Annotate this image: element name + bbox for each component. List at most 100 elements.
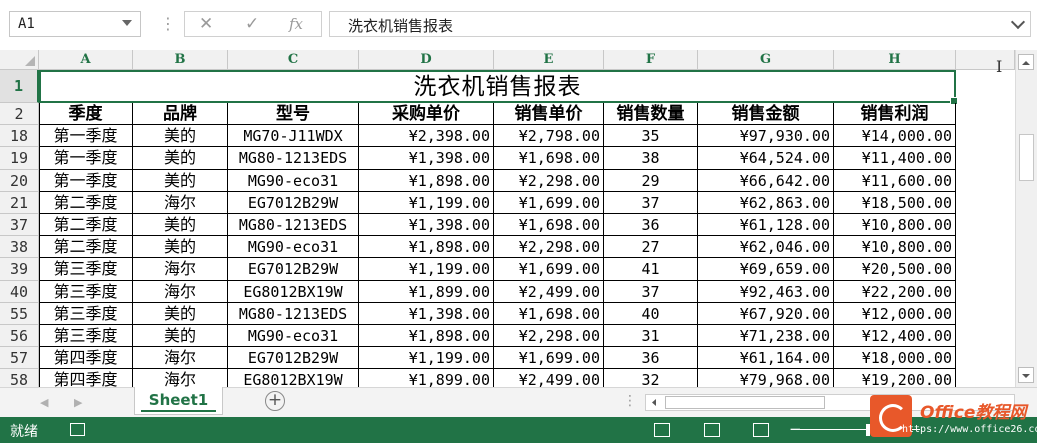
table-cell[interactable]: ¥20,500.00 <box>834 258 956 281</box>
table-cell[interactable]: 美的 <box>133 214 228 237</box>
fx-icon[interactable]: fx <box>289 15 303 33</box>
row-header-39[interactable]: 39 <box>0 258 39 281</box>
table-cell[interactable]: ¥1,699.00 <box>494 191 604 214</box>
page-layout-icon[interactable] <box>704 423 720 437</box>
table-cell[interactable]: ¥1,398.00 <box>359 214 494 237</box>
table-cell[interactable]: 第二季度 <box>39 214 133 237</box>
name-box[interactable]: A1 <box>9 11 141 37</box>
table-cell[interactable]: 29 <box>604 169 698 192</box>
header-cell[interactable]: 季度 <box>39 103 133 126</box>
worksheet-grid[interactable]: ABCDEFGH 1 2 18 19 20 21 37 38 39 40 55 56 57 58 洗衣机销… <box>0 50 1015 387</box>
table-cell[interactable]: ¥61,128.00 <box>698 214 834 237</box>
header-cell[interactable]: 销售单价 <box>494 103 604 126</box>
row-header-18[interactable]: 18 <box>0 125 39 148</box>
table-cell[interactable]: 37 <box>604 280 698 303</box>
table-cell[interactable]: ¥1,698.00 <box>494 147 604 170</box>
row-header-38[interactable]: 38 <box>0 236 39 259</box>
table-cell[interactable]: 第四季度 <box>39 369 133 387</box>
title-cell[interactable]: 洗衣机销售报表 <box>39 70 958 105</box>
table-cell[interactable]: 36 <box>604 214 698 237</box>
column-header-d[interactable]: D <box>359 50 494 70</box>
table-cell[interactable]: MG90-eco31 <box>228 325 359 348</box>
table-cell[interactable]: EG7012B29W <box>228 347 359 370</box>
header-cell[interactable]: 型号 <box>228 103 359 126</box>
cancel-icon[interactable]: ✕ <box>199 14 213 34</box>
table-cell[interactable]: 美的 <box>133 302 228 325</box>
table-cell[interactable]: 美的 <box>133 236 228 259</box>
header-cell[interactable]: 销售利润 <box>834 103 956 126</box>
table-cell[interactable]: ¥1,699.00 <box>494 347 604 370</box>
table-cell[interactable]: MG80-1213EDS <box>228 147 359 170</box>
select-all-button[interactable] <box>0 50 39 70</box>
vertical-scrollbar[interactable] <box>1015 50 1037 387</box>
table-cell[interactable]: 31 <box>604 325 698 348</box>
normal-view-icon[interactable] <box>654 423 670 437</box>
row-header-20[interactable]: 20 <box>0 169 39 192</box>
next-sheet-icon[interactable]: ▶ <box>74 396 82 409</box>
table-cell[interactable]: ¥18,000.00 <box>834 347 956 370</box>
table-cell[interactable]: 38 <box>604 147 698 170</box>
table-cell[interactable]: ¥1,698.00 <box>494 214 604 237</box>
table-cell[interactable]: MG80-1213EDS <box>228 302 359 325</box>
table-cell[interactable]: ¥2,298.00 <box>494 169 604 192</box>
header-cell[interactable]: 销售数量 <box>604 103 698 126</box>
table-cell[interactable]: 海尔 <box>133 369 228 387</box>
row-header-56[interactable]: 56 <box>0 325 39 348</box>
table-cell[interactable]: ¥12,000.00 <box>834 302 956 325</box>
row-header-37[interactable]: 37 <box>0 214 39 237</box>
table-cell[interactable]: ¥1,899.00 <box>359 280 494 303</box>
table-cell[interactable]: EG8012BX19W <box>228 280 359 303</box>
table-cell[interactable]: 第二季度 <box>39 236 133 259</box>
column-header-f[interactable]: F <box>604 50 698 70</box>
sheet-tab-sheet1[interactable]: Sheet1 <box>134 387 223 415</box>
table-cell[interactable]: 第三季度 <box>39 302 133 325</box>
table-cell[interactable]: MG90-eco31 <box>228 236 359 259</box>
table-cell[interactable]: ¥71,238.00 <box>698 325 834 348</box>
chevron-down-icon[interactable] <box>122 20 132 26</box>
table-cell[interactable]: ¥92,463.00 <box>698 280 834 303</box>
table-cell[interactable]: ¥11,400.00 <box>834 147 956 170</box>
table-cell[interactable]: 美的 <box>133 125 228 148</box>
table-cell[interactable]: ¥2,798.00 <box>494 125 604 148</box>
table-cell[interactable]: ¥14,000.00 <box>834 125 956 148</box>
scroll-up-button[interactable] <box>1018 54 1034 70</box>
table-cell[interactable]: EG8012BX19W <box>228 369 359 387</box>
table-cell[interactable]: ¥1,899.00 <box>359 369 494 387</box>
table-cell[interactable]: ¥1,199.00 <box>359 191 494 214</box>
enter-icon[interactable]: ✓ <box>245 14 259 34</box>
table-cell[interactable]: ¥2,298.00 <box>494 325 604 348</box>
table-cell[interactable]: 37 <box>604 191 698 214</box>
table-cell[interactable]: ¥11,600.00 <box>834 169 956 192</box>
table-cell[interactable]: 第四季度 <box>39 347 133 370</box>
table-cell[interactable]: ¥2,398.00 <box>359 125 494 148</box>
header-cell[interactable]: 销售金额 <box>698 103 834 126</box>
row-header-1[interactable]: 1 <box>0 70 39 103</box>
horizontal-scroll-thumb[interactable] <box>665 396 825 409</box>
table-cell[interactable]: MG80-1213EDS <box>228 214 359 237</box>
table-cell[interactable]: ¥10,800.00 <box>834 236 956 259</box>
add-sheet-icon[interactable]: + <box>265 391 285 411</box>
table-cell[interactable]: ¥1,898.00 <box>359 325 494 348</box>
table-cell[interactable]: 第三季度 <box>39 325 133 348</box>
table-cell[interactable]: ¥62,863.00 <box>698 191 834 214</box>
formula-input[interactable]: 洗衣机销售报表 <box>329 11 1031 37</box>
table-cell[interactable]: ¥1,398.00 <box>359 147 494 170</box>
column-header-g[interactable]: G <box>698 50 834 70</box>
table-cell[interactable]: ¥1,398.00 <box>359 302 494 325</box>
table-cell[interactable]: 41 <box>604 258 698 281</box>
table-cell[interactable]: ¥64,524.00 <box>698 147 834 170</box>
table-cell[interactable]: ¥12,400.00 <box>834 325 956 348</box>
table-cell[interactable]: 第一季度 <box>39 169 133 192</box>
column-header-e[interactable]: E <box>494 50 604 70</box>
table-cell[interactable]: 第二季度 <box>39 191 133 214</box>
row-header-21[interactable]: 21 <box>0 191 39 214</box>
table-cell[interactable]: 海尔 <box>133 258 228 281</box>
row-header-55[interactable]: 55 <box>0 302 39 325</box>
column-header-a[interactable]: A <box>39 50 133 70</box>
scroll-down-button[interactable] <box>1018 367 1034 383</box>
row-header-57[interactable]: 57 <box>0 347 39 370</box>
table-cell[interactable]: 32 <box>604 369 698 387</box>
table-cell[interactable]: ¥61,164.00 <box>698 347 834 370</box>
table-cell[interactable]: 27 <box>604 236 698 259</box>
row-header-58[interactable]: 58 <box>0 369 39 387</box>
